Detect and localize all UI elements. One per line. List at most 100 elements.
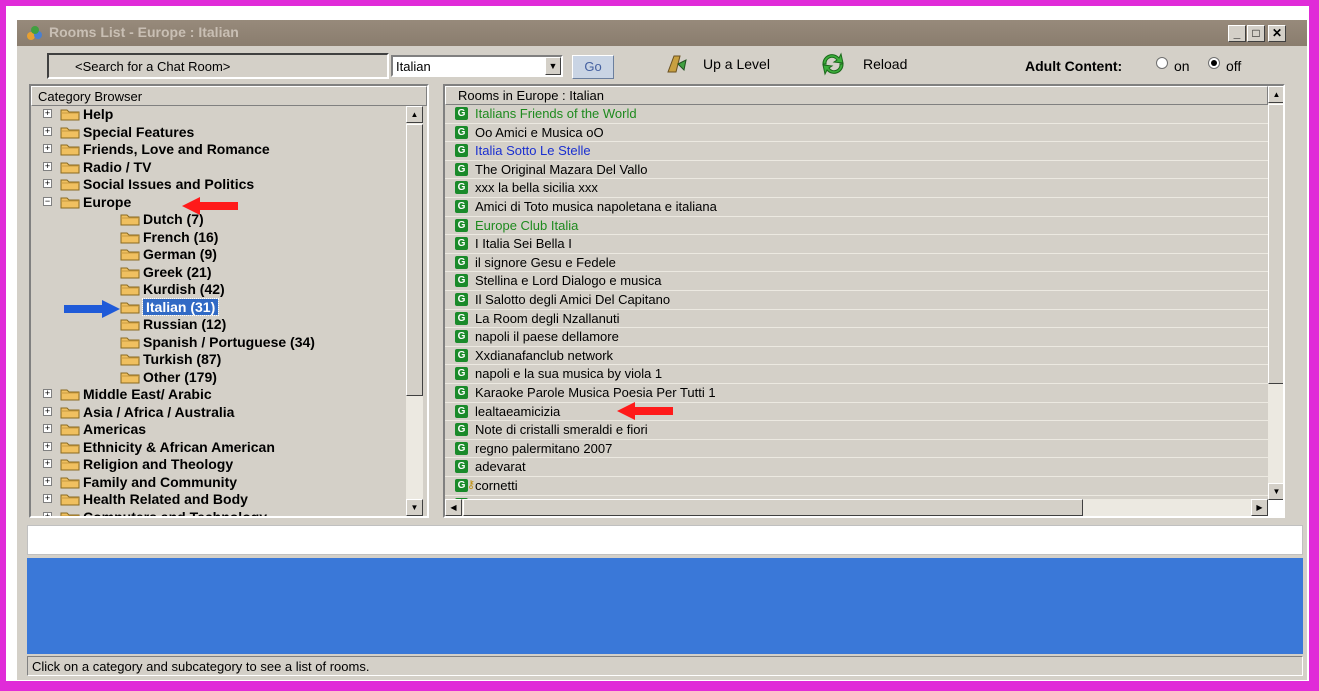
folder-icon: [60, 160, 80, 174]
rooms-header-label: Rooms in Europe : Italian: [458, 88, 604, 103]
tree-item-label: Asia / Africa / Australia: [83, 403, 235, 420]
room-row[interactable]: G Italians Friends of the World: [445, 105, 1268, 124]
room-row[interactable]: Glealtaeamicizia: [445, 403, 1268, 422]
folder-icon: [120, 282, 140, 296]
scroll-up-icon[interactable]: ▲: [1268, 86, 1283, 103]
room-row[interactable]: G Amici di Toto musica napoletana e itali…: [445, 198, 1268, 217]
rooms-scrollbar[interactable]: ▲ ▼: [1268, 86, 1283, 500]
category-browser-header: Category Browser: [31, 86, 427, 106]
folder-icon: [120, 230, 140, 244]
room-row[interactable]: Gxxx la bella sicilia xxx: [445, 179, 1268, 198]
reload-button[interactable]: Reload: [863, 56, 907, 72]
folder-icon: [60, 387, 80, 401]
up-level-icon[interactable]: [662, 52, 690, 76]
room-name: adevarat: [475, 459, 526, 475]
adult-content-label: Adult Content:: [1025, 58, 1123, 74]
tree-item-label: Turkish (87): [143, 351, 222, 367]
expand-icon[interactable]: +: [43, 126, 52, 136]
room-row[interactable]: G Il Salotto degli Amici Del Capitano: [445, 291, 1268, 310]
expand-icon[interactable]: +: [43, 459, 52, 468]
tree-item-label: Americas: [83, 421, 147, 437]
minimize-button[interactable]: _: [1228, 25, 1246, 42]
tree-item-label: Social Issues and Politics: [83, 176, 255, 192]
folder-icon: [120, 317, 140, 331]
expand-icon[interactable]: +: [43, 511, 52, 516]
room-icon: G: [455, 255, 468, 269]
rooms-hscrollbar[interactable]: ◀ ▶: [445, 499, 1268, 516]
expand-icon[interactable]: +: [43, 424, 52, 433]
room-row[interactable]: G Karaoke Parole Musica Poesia Per Tutti …: [445, 384, 1268, 403]
close-button[interactable]: ✕: [1268, 25, 1286, 42]
room-row[interactable]: Gnapoli e la sua musica by viola 1: [445, 365, 1268, 384]
scroll-thumb[interactable]: [1268, 104, 1283, 384]
category-select[interactable]: Italian ▼: [391, 55, 563, 77]
title-bar[interactable]: Rooms List - Europe : Italian _ □ ✕: [17, 20, 1307, 46]
tree-item-label: Greek (21): [143, 263, 212, 280]
room-icon: G: [455, 237, 468, 251]
reload-icon[interactable]: [819, 52, 847, 76]
room-row[interactable]: Gadevarat: [445, 458, 1268, 477]
room-row[interactable]: G I Italia Sei Bella I: [445, 235, 1268, 254]
scroll-thumb[interactable]: [406, 124, 423, 396]
expand-icon[interactable]: +: [43, 109, 52, 118]
room-row[interactable]: G Oo Amici e Musica oO: [445, 124, 1268, 143]
room-icon: G: [455, 200, 468, 213]
expand-icon[interactable]: +: [43, 406, 52, 416]
expand-icon[interactable]: +: [43, 389, 52, 398]
blue-arrow-icon: [64, 300, 120, 318]
folder-icon: [60, 457, 80, 471]
tree-item-label: Religion and Theology: [83, 456, 234, 472]
collapse-icon[interactable]: −: [43, 196, 52, 206]
room-name: Karaoke Parole Musica Poesia Per Tutti 1: [475, 385, 716, 400]
room-icon: G: [455, 125, 468, 139]
expand-icon[interactable]: +: [43, 476, 52, 486]
room-row[interactable]: G Italia Sotto Le Stelle: [445, 142, 1268, 161]
expand-icon[interactable]: +: [43, 179, 52, 188]
tree-item-label: Europe: [83, 193, 132, 210]
adult-on-radio[interactable]: [1156, 57, 1168, 69]
tree-item-label: Computers and Technology: [83, 508, 268, 518]
room-row[interactable]: G Note di cristalli smeraldi e fiori: [445, 421, 1268, 440]
folder-icon: [60, 440, 80, 454]
adult-off-radio[interactable]: [1208, 57, 1220, 69]
room-row[interactable]: Gnapoli il paese dellamore: [445, 328, 1268, 347]
room-icon: G: [455, 274, 468, 288]
expand-icon[interactable]: +: [43, 161, 52, 171]
maximize-button[interactable]: □: [1247, 25, 1265, 42]
expand-icon[interactable]: +: [43, 494, 52, 503]
folder-icon: [60, 492, 80, 506]
search-input[interactable]: <Search for a Chat Room>: [47, 53, 389, 79]
chevron-down-icon[interactable]: ▼: [545, 57, 561, 75]
up-level-button[interactable]: Up a Level: [703, 56, 770, 72]
scroll-right-icon[interactable]: ▶: [1251, 499, 1268, 516]
room-icon: G: [455, 144, 468, 158]
room-row[interactable]: G Europe Club Italia: [445, 217, 1268, 236]
room-icon: G: [455, 441, 468, 455]
scroll-down-icon[interactable]: ▼: [1268, 483, 1283, 500]
room-name: regno palermitano 2007: [475, 440, 613, 456]
folder-icon: [60, 475, 80, 489]
room-name: il signore Gesu e Fedele: [475, 254, 616, 270]
expand-icon[interactable]: +: [43, 441, 52, 451]
scroll-left-icon[interactable]: ◀: [445, 499, 462, 516]
room-row[interactable]: G La Room degli Nzallanuti: [445, 310, 1268, 329]
room-row[interactable]: G ⚷ cornetti: [445, 477, 1268, 496]
room-icon: G: [455, 348, 468, 362]
hscroll-thumb[interactable]: [463, 499, 1083, 516]
room-row[interactable]: G Stellina e Lord Dialogo e musica: [445, 272, 1268, 291]
room-row[interactable]: G The Original Mazara Del Vallo: [445, 161, 1268, 180]
rooms-pane: Rooms in Europe : Italian G Italians Frie…: [443, 84, 1285, 518]
category-scrollbar[interactable]: ▲ ▼: [406, 106, 423, 516]
room-name: lealtaeamicizia: [475, 403, 561, 419]
room-row[interactable]: G Xxdianafanclub network: [445, 347, 1268, 366]
room-row[interactable]: Gregno palermitano 2007: [445, 440, 1268, 459]
expand-icon[interactable]: +: [43, 144, 52, 153]
room-icon: G: [455, 181, 468, 195]
folder-icon: [120, 352, 140, 366]
room-row[interactable]: Gil signore Gesu e Fedele: [445, 254, 1268, 273]
scroll-down-icon[interactable]: ▼: [406, 499, 423, 516]
app-icon: [27, 26, 42, 40]
go-button[interactable]: Go: [572, 55, 614, 79]
scroll-up-icon[interactable]: ▲: [406, 106, 423, 123]
room-icon: G: [455, 162, 468, 176]
